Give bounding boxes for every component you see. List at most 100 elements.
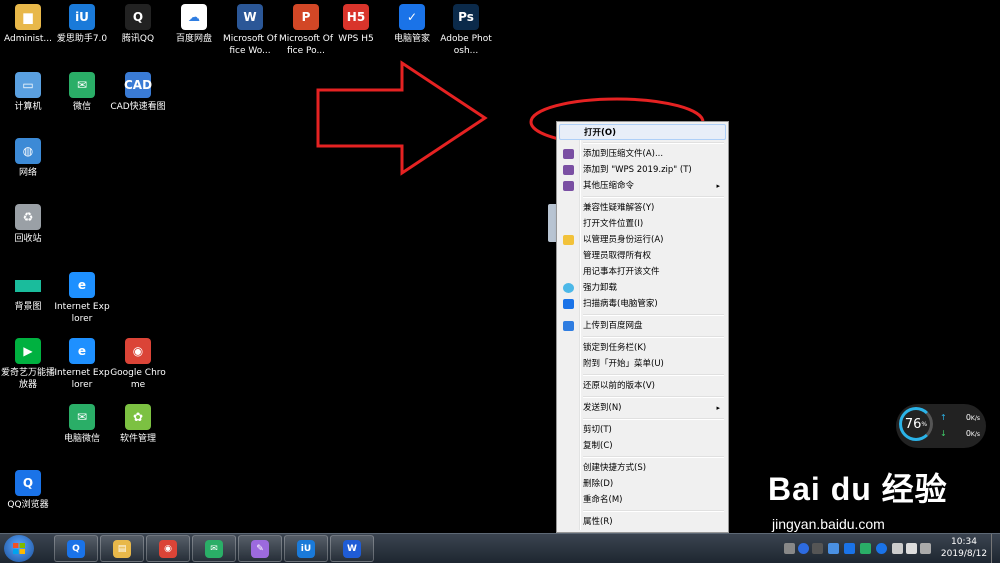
context-menu-item[interactable]: 创建快捷方式(S) xyxy=(559,460,726,476)
upload-arrow-icon: ↑ xyxy=(940,413,947,422)
context-menu-item-label: 用记事本打开该文件 xyxy=(583,267,660,277)
baidu-netdisk-icon xyxy=(563,321,574,331)
context-menu-item-label: 上传到百度网盘 xyxy=(583,321,643,331)
volume-icon[interactable] xyxy=(906,543,917,554)
help-icon[interactable] xyxy=(798,543,809,554)
context-menu-item-label: 强力卸载 xyxy=(583,283,618,293)
uac-shield-icon xyxy=(563,235,574,245)
desktop[interactable]: ▆ Administ... iU 爱思助手7.0 Q 腾讯QQ ☁ 百度网盘 W Microsof… xyxy=(0,0,1000,533)
watermark-brand: Bai du 经验 xyxy=(768,471,948,507)
context-menu-item[interactable]: 管理员取得所有权 xyxy=(559,248,726,264)
context-menu-item-label: 附到「开始」菜单(U) xyxy=(583,359,664,369)
context-menu-item-label: 重命名(M) xyxy=(583,495,623,505)
taskbar-button[interactable]: Q xyxy=(54,535,98,562)
memory-percent-unit: % xyxy=(921,420,928,428)
memory-percent: 76 xyxy=(904,416,922,432)
taskbar-button[interactable]: ✎ xyxy=(238,535,282,562)
context-menu-item[interactable]: 重命名(M) xyxy=(559,492,726,508)
context-menu-item[interactable]: 锁定到任务栏(K) xyxy=(559,340,726,356)
context-menu-item[interactable]: 删除(D) xyxy=(559,476,726,492)
pc-manager-icon xyxy=(563,299,574,309)
menu-separator xyxy=(583,142,724,144)
context-menu-item[interactable]: 属性(R) xyxy=(559,514,726,530)
context-menu-item[interactable]: 剪切(T) xyxy=(559,422,726,438)
taskbar-button[interactable]: ◉ xyxy=(146,535,190,562)
context-menu-item[interactable]: 打开文件位置(I) xyxy=(559,216,726,232)
context-menu-item[interactable]: 兼容性疑难解答(Y) xyxy=(559,200,726,216)
context-menu-item[interactable]: 扫描病毒(电脑管家) xyxy=(559,296,726,312)
clock-time: 10:34 xyxy=(951,537,977,547)
context-menu-item-label: 属性(R) xyxy=(583,517,613,527)
context-menu-item-label: 发送到(N) xyxy=(583,403,622,413)
context-menu-item[interactable]: 以管理员身份运行(A) xyxy=(559,232,726,248)
baidu-jingyan-watermark: Bai du 经验 jingyan.baidu.com xyxy=(760,452,990,532)
context-menu-item[interactable]: 还原以前的版本(V) xyxy=(559,378,726,394)
context-menu-item[interactable]: 用记事本打开该文件 xyxy=(559,264,726,280)
context-menu-item[interactable]: 添加到压缩文件(A)... xyxy=(559,146,726,162)
menu-separator xyxy=(583,314,724,316)
side-tab-handle[interactable] xyxy=(548,204,556,242)
taskbar-button[interactable]: ▤ xyxy=(100,535,144,562)
context-menu-item[interactable]: 发送到(N) ▸ xyxy=(559,400,726,416)
context-menu-item-label: 以管理员身份运行(A) xyxy=(583,235,664,245)
taskbar-button[interactable]: W xyxy=(330,535,374,562)
taskbar: Q ▤ ◉ ✉ ✎ iU W 10:34 2019/8/12 xyxy=(0,533,1000,563)
red-arrow-annotation xyxy=(316,60,488,176)
context-menu-item-label: 还原以前的版本(V) xyxy=(583,381,655,391)
context-menu-item-label: 复制(C) xyxy=(583,441,613,451)
context-menu-item[interactable]: 其他压缩命令 ▸ xyxy=(559,178,726,194)
wechat-icon: ✉ xyxy=(205,539,223,558)
context-menu-item-label: 添加到 "WPS 2019.zip" (T) xyxy=(583,165,692,175)
context-menu-item[interactable]: 打开(O) xyxy=(559,124,726,140)
context-menu-item[interactable]: 附到「开始」菜单(U) xyxy=(559,356,726,372)
download-speed-row: ↓ 0K/s xyxy=(940,429,982,438)
context-menu-item-label: 剪切(T) xyxy=(583,425,612,435)
context-menu-item-label: 扫描病毒(电脑管家) xyxy=(583,299,658,309)
context-menu-item-label: 锁定到任务栏(K) xyxy=(583,343,647,353)
submenu-arrow-icon: ▸ xyxy=(716,404,720,412)
explorer-icon: ▤ xyxy=(113,539,131,558)
qq-browser-tray-icon[interactable] xyxy=(876,543,887,554)
upload-unit: K/s xyxy=(970,415,980,422)
menu-separator xyxy=(583,510,724,512)
context-menu-item-label: 打开文件位置(I) xyxy=(583,219,644,229)
clock[interactable]: 10:34 2019/8/12 xyxy=(940,536,988,560)
keyboard-icon[interactable] xyxy=(784,543,795,554)
context-menu-item-label: 创建快捷方式(S) xyxy=(583,463,647,473)
context-menu-item-label: 删除(D) xyxy=(583,479,614,489)
download-arrow-icon: ↓ xyxy=(940,429,947,438)
tray-arrow-icon[interactable] xyxy=(812,543,823,554)
pc-manager-tray-icon[interactable] xyxy=(844,543,855,554)
i4-icon: iU xyxy=(297,539,315,558)
taskbar-button[interactable]: ✉ xyxy=(192,535,236,562)
network-tray-icon[interactable] xyxy=(920,543,931,554)
menu-separator xyxy=(583,396,724,398)
submenu-arrow-icon: ▸ xyxy=(716,182,720,190)
start-button[interactable] xyxy=(4,535,34,562)
wechat-tray-icon[interactable] xyxy=(860,543,871,554)
context-menu-item[interactable]: 上传到百度网盘 xyxy=(559,318,726,334)
upload-speed-row: ↑ 0K/s xyxy=(940,413,982,422)
box-icon[interactable] xyxy=(828,543,839,554)
taskbar-button[interactable]: iU xyxy=(284,535,328,562)
clock-date: 2019/8/12 xyxy=(940,549,988,559)
winrar-icon xyxy=(563,149,574,159)
menu-separator xyxy=(583,336,724,338)
menu-separator xyxy=(583,456,724,458)
download-unit: K/s xyxy=(970,431,980,438)
context-menu-item-label: 兼容性疑难解答(Y) xyxy=(583,203,655,213)
winrar-icon xyxy=(563,165,574,175)
context-menu-item[interactable]: 复制(C) xyxy=(559,438,726,454)
uninstall-icon xyxy=(563,283,574,293)
context-menu-item[interactable]: 添加到 "WPS 2019.zip" (T) xyxy=(559,162,726,178)
context-menu-item-label: 打开(O) xyxy=(584,128,616,138)
context-menu-item[interactable]: 强力卸载 xyxy=(559,280,726,296)
show-desktop-button[interactable] xyxy=(991,534,1000,563)
display-icon[interactable] xyxy=(892,543,903,554)
menu-separator xyxy=(583,418,724,420)
chrome-icon: ◉ xyxy=(159,539,177,558)
winrar-icon xyxy=(563,181,574,191)
context-menu-item-label: 添加到压缩文件(A)... xyxy=(583,149,664,159)
context-menu: 打开(O) 添加到压缩文件(A)... 添加到 "WPS 2019.zip" (T)… xyxy=(556,121,729,533)
network-speed-widget[interactable]: 76% ↑ 0K/s ↓ 0K/s xyxy=(896,404,986,448)
